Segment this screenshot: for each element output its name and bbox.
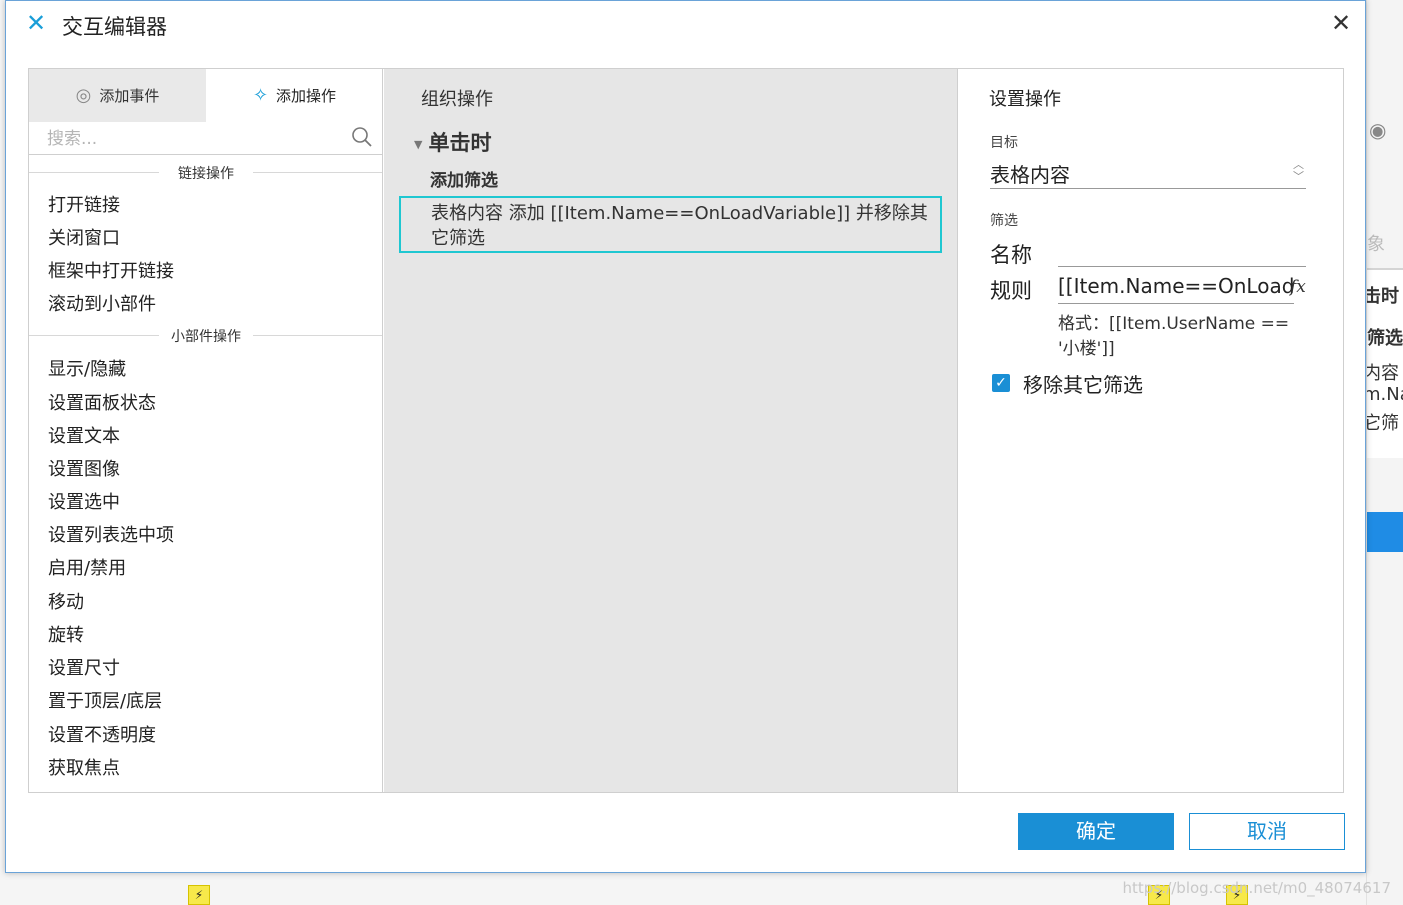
search-bar — [29, 122, 382, 155]
configure-action-pane: 设置操作 目标 表格内容 ︿ ﹀ 筛选 名称 规则 [[Item.Name==On… — [959, 69, 1343, 792]
target-select[interactable]: 表格内容 ︿ ﹀ — [990, 155, 1306, 189]
event-row[interactable]: ▼ 单击时 — [414, 127, 491, 157]
sparkle-icon: ✧ — [252, 85, 269, 106]
format-hint: 格式：[[Item.UserName == '小楼']] — [1058, 314, 1290, 359]
background-blue-bar — [1367, 512, 1403, 552]
background-fragment: m.Na — [1367, 384, 1403, 405]
action-set-selected[interactable]: 设置选中 — [48, 488, 120, 514]
editor-body: ◎ 添加事件 ✧ 添加操作 链接操作 打开链接 关闭窗口 框架中打开链接 滚动到… — [28, 68, 1344, 793]
actions-library-pane: ◎ 添加事件 ✧ 添加操作 链接操作 打开链接 关闭窗口 框架中打开链接 滚动到… — [29, 69, 383, 792]
dialog-title: 交互编辑器 — [62, 15, 167, 39]
action-set-text[interactable]: 设置文本 — [48, 422, 120, 448]
background-fragment: 内容 — [1366, 363, 1399, 384]
action-focus[interactable]: 获取焦点 — [48, 754, 120, 780]
pane-tabs: ◎ 添加事件 ✧ 添加操作 — [29, 69, 382, 122]
pane-title: 组织操作 — [421, 89, 493, 110]
action-enable-disable[interactable]: 启用/禁用 — [48, 554, 126, 580]
action-set-opacity[interactable]: 设置不透明度 — [48, 721, 156, 747]
target-label: 目标 — [990, 135, 1018, 151]
action-set-list-selection[interactable]: 设置列表选中项 — [48, 521, 174, 547]
tab-label: 添加操作 — [276, 87, 337, 105]
remove-other-filters-checkbox[interactable]: ✓ — [992, 374, 1010, 392]
filter-label: 筛选 — [990, 213, 1018, 229]
selected-action-item[interactable]: 表格内容 添加 [[Item.Name==OnLoadVariable]] 并移… — [399, 196, 942, 253]
tab-add-action[interactable]: ✧ 添加操作 — [206, 69, 382, 122]
action-set-size[interactable]: 设置尺寸 — [48, 654, 120, 680]
action-show-hide[interactable]: 显示/隐藏 — [48, 355, 126, 381]
action-open-link[interactable]: 打开链接 — [48, 191, 120, 217]
action-rotate[interactable]: 旋转 — [48, 621, 84, 647]
title-bar: ✕ 交互编辑器 ✕ — [6, 1, 1365, 45]
ok-button[interactable]: 确定 — [1018, 813, 1174, 850]
tab-label: 添加事件 — [99, 87, 160, 105]
background-fragment: 它筛 — [1366, 413, 1399, 434]
action-close-window[interactable]: 关闭窗口 — [48, 224, 120, 250]
action-set-image[interactable]: 设置图像 — [48, 455, 120, 481]
collapse-caret-icon[interactable]: ▼ — [414, 138, 422, 151]
cancel-button[interactable]: 取消 — [1189, 813, 1345, 850]
rule-input[interactable]: [[Item.Name==OnLoadVariable]] — [1058, 272, 1294, 304]
app-logo-icon: ✕ — [26, 9, 47, 37]
event-label: 单击时 — [428, 131, 492, 155]
watermark: https://blog.csdn.net/m0_48074617 — [1122, 879, 1391, 897]
action-open-link-in-frame[interactable]: 框架中打开链接 — [48, 257, 174, 283]
updown-chevron-icon: ︿ ﹀ — [1293, 158, 1304, 183]
action-scroll-to-widget[interactable]: 滚动到小部件 — [48, 290, 156, 316]
search-input[interactable] — [47, 126, 337, 152]
background-fragment: 筛选 — [1367, 328, 1403, 349]
background-right-panel: ◉ 象 击时 筛选 内容 m.Na 它筛 — [1366, 0, 1403, 905]
lightning-icon: ⚡ — [188, 885, 210, 905]
action-set-panel-state[interactable]: 设置面板状态 — [48, 389, 156, 415]
fx-function-icon[interactable]: fx — [1290, 277, 1306, 297]
section-header-widget-actions: 小部件操作 — [29, 326, 382, 345]
background-fragment: 击时 — [1366, 286, 1399, 307]
action-bring-front-back[interactable]: 置于顶层/底层 — [48, 687, 162, 713]
tab-add-event[interactable]: ◎ 添加事件 — [29, 69, 206, 122]
eye-icon: ◉ — [1369, 118, 1387, 142]
background-fragment: 象 — [1367, 234, 1385, 255]
case-label[interactable]: 添加筛选 — [430, 166, 498, 191]
organize-actions-pane: 组织操作 ▼ 单击时 添加筛选 表格内容 添加 [[Item.Name==OnLo… — [384, 69, 958, 792]
cursor-click-icon: ◎ — [75, 85, 92, 106]
section-header-link-actions: 链接操作 — [29, 163, 382, 182]
rule-label: 规则 — [990, 279, 1032, 303]
close-button[interactable]: ✕ — [1327, 9, 1355, 37]
checkbox-label[interactable]: 移除其它筛选 — [1023, 369, 1143, 398]
action-move[interactable]: 移动 — [48, 588, 84, 614]
target-value: 表格内容 — [990, 163, 1070, 187]
name-input[interactable] — [1058, 235, 1306, 267]
name-label: 名称 — [990, 243, 1032, 267]
interaction-editor-dialog: ✕ 交互编辑器 ✕ ◎ 添加事件 ✧ 添加操作 搜索... 链接操作 打开链接 … — [5, 0, 1366, 873]
search-icon[interactable] — [351, 126, 373, 148]
pane-title: 设置操作 — [989, 89, 1061, 110]
